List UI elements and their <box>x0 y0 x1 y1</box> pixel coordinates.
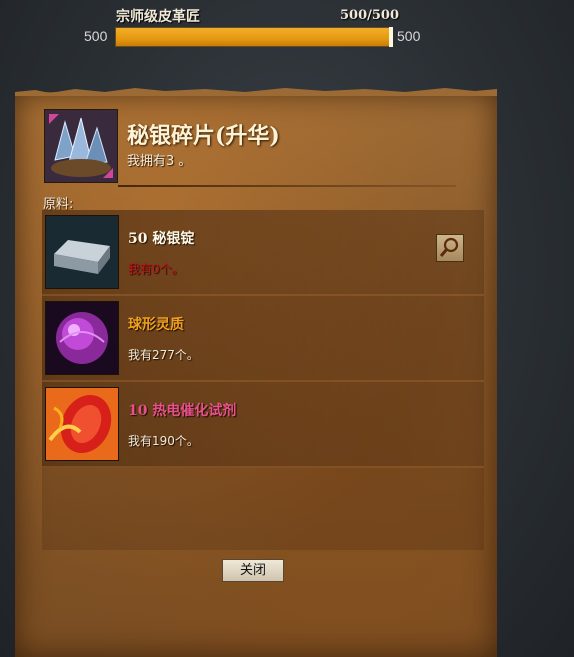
skill-bar-max: 500 <box>397 28 421 44</box>
mithril-shard-icon[interactable] <box>45 110 117 182</box>
material-owned-count: 我有190个。 <box>128 434 199 448</box>
material-owned-count: 我有277个。 <box>128 348 199 362</box>
mithril-ingot-icon[interactable] <box>46 216 118 288</box>
torn-edge <box>15 88 497 96</box>
skill-progress-fill <box>116 28 392 46</box>
material-row: 10 热电催化试剂 我有190个。 <box>42 382 484 468</box>
material-owned-count: 我有0个。 <box>128 262 184 276</box>
item-owned-count: 我拥有3 。 <box>127 154 192 169</box>
skill-progress-bar <box>115 27 393 47</box>
search-button[interactable] <box>436 234 464 262</box>
materials-list: 50 秘银锭 我有0个。 球形灵质 我有277个。 10 热电催化试剂 我有19… <box>42 210 484 550</box>
material-row: 球形灵质 我有277个。 <box>42 296 484 382</box>
header-divider <box>118 185 456 187</box>
material-name: 球形灵质 <box>128 317 184 333</box>
close-button[interactable]: 关闭 <box>222 559 284 582</box>
material-name: 50 秘银锭 <box>128 231 195 247</box>
thermocatalytic-reagent-icon[interactable] <box>46 388 118 460</box>
magnifier-icon <box>439 237 459 257</box>
material-row: 50 秘银锭 我有0个。 <box>42 210 484 296</box>
material-name: 10 热电催化试剂 <box>128 403 237 419</box>
glob-of-ectoplasm-icon[interactable] <box>46 302 118 374</box>
item-title: 秘银碎片(升华) <box>127 123 280 149</box>
skill-bar-min: 500 <box>84 28 108 44</box>
skill-title: 宗师级皮革匠 <box>116 9 200 25</box>
skill-progress-end <box>389 27 393 47</box>
skill-value: 500/500 <box>340 8 400 23</box>
